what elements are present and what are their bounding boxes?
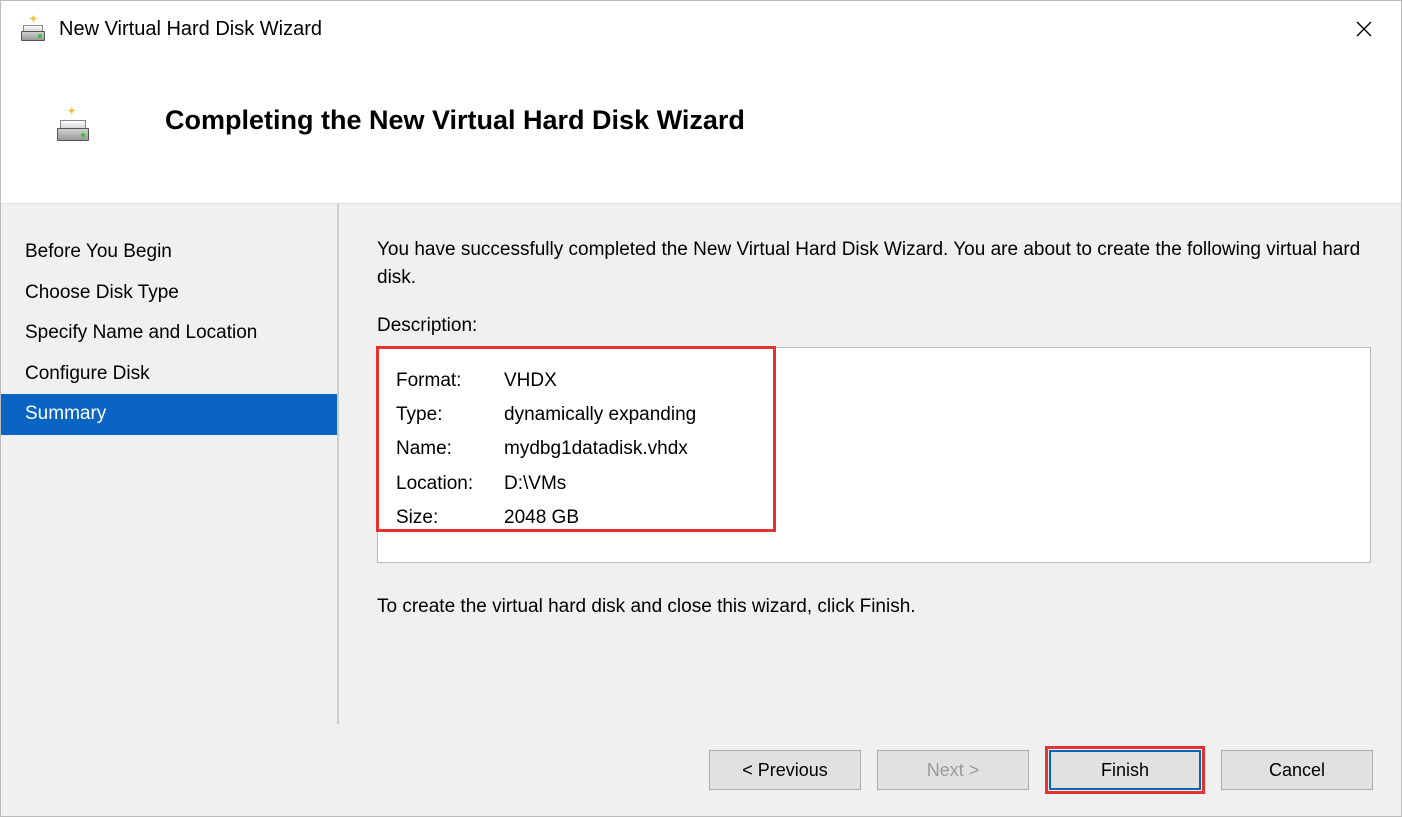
summary-row-format: Format: VHDX [396, 364, 1352, 398]
summary-type-value: dynamically expanding [504, 398, 696, 432]
close-icon [1356, 21, 1372, 37]
intro-text: You have successfully completed the New … [377, 236, 1371, 291]
finish-button[interactable]: Finish [1049, 750, 1201, 790]
sidebar-item-specify-name-location[interactable]: Specify Name and Location [1, 313, 337, 354]
title-bar: ✦ New Virtual Hard Disk Wizard [1, 1, 1401, 57]
annotation-highlight-finish: Finish [1045, 746, 1205, 794]
summary-row-type: Type: dynamically expanding [396, 398, 1352, 432]
page-title: Completing the New Virtual Hard Disk Wiz… [165, 105, 745, 136]
description-box: Format: VHDX Type: dynamically expanding… [377, 347, 1371, 563]
description-label: Description: [377, 315, 1371, 337]
summary-location-label: Location: [396, 467, 504, 501]
sidebar-item-before-you-begin[interactable]: Before You Begin [1, 232, 337, 273]
sidebar-item-choose-disk-type[interactable]: Choose Disk Type [1, 273, 337, 314]
summary-size-label: Size: [396, 501, 504, 535]
sidebar-item-configure-disk[interactable]: Configure Disk [1, 354, 337, 395]
cancel-button[interactable]: Cancel [1221, 750, 1373, 790]
wizard-steps-sidebar: Before You Begin Choose Disk Type Specif… [1, 204, 339, 724]
next-button: Next > [877, 750, 1029, 790]
closing-text: To create the virtual hard disk and clos… [377, 593, 1371, 621]
disk-icon: ✦ [21, 17, 45, 41]
summary-row-name: Name: mydbg1datadisk.vhdx [396, 432, 1352, 466]
summary-row-location: Location: D:\VMs [396, 467, 1352, 501]
previous-button[interactable]: < Previous [709, 750, 861, 790]
summary-type-label: Type: [396, 398, 504, 432]
summary-name-label: Name: [396, 432, 504, 466]
sidebar-item-summary[interactable]: Summary [1, 394, 337, 435]
wizard-header: ✦ Completing the New Virtual Hard Disk W… [1, 57, 1401, 203]
button-bar: < Previous Next > Finish Cancel [1, 724, 1401, 816]
window-title: New Virtual Hard Disk Wizard [59, 18, 1341, 41]
summary-name-value: mydbg1datadisk.vhdx [504, 432, 688, 466]
summary-size-value: 2048 GB [504, 501, 579, 535]
summary-location-value: D:\VMs [504, 467, 566, 501]
summary-format-label: Format: [396, 364, 504, 398]
content-area: Before You Begin Choose Disk Type Specif… [1, 203, 1401, 724]
disk-icon: ✦ [57, 109, 89, 141]
summary-row-size: Size: 2048 GB [396, 501, 1352, 535]
wizard-main: You have successfully completed the New … [339, 204, 1401, 724]
close-button[interactable] [1341, 13, 1387, 45]
summary-format-value: VHDX [504, 364, 557, 398]
